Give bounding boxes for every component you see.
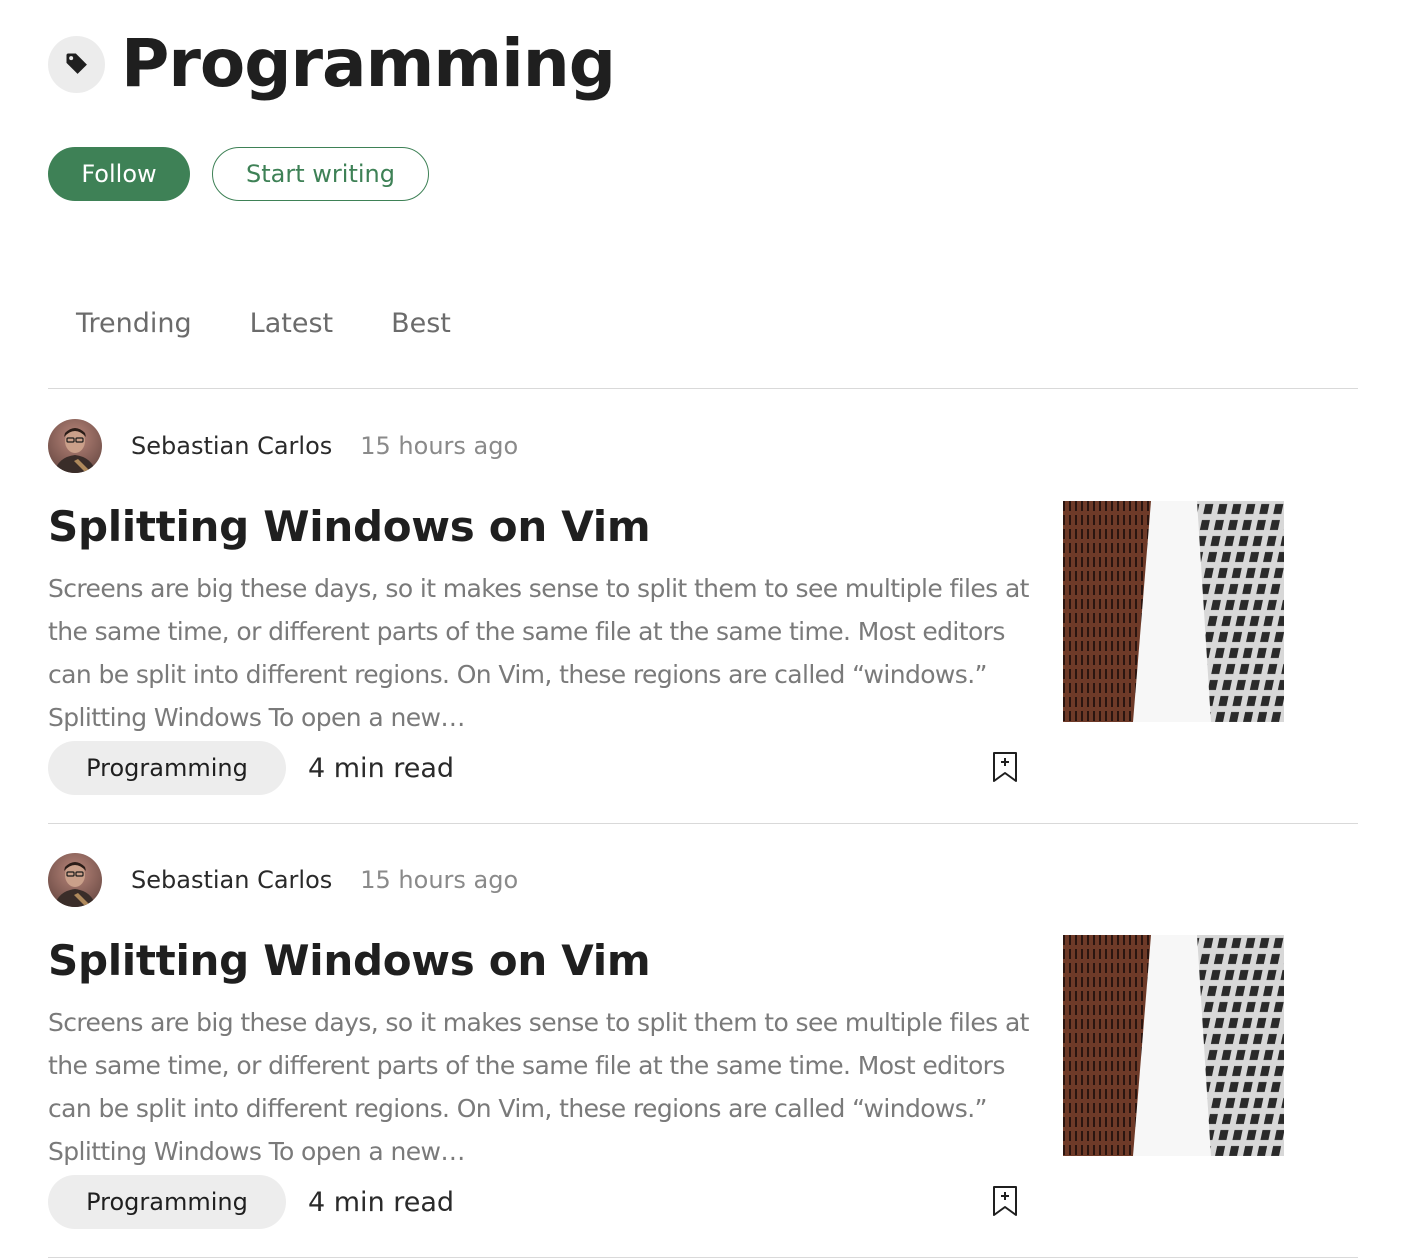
author-name[interactable]: Sebastian Carlos bbox=[131, 866, 332, 894]
tag-icon bbox=[48, 35, 105, 93]
article-footer: Programming 4 min read bbox=[48, 741, 454, 795]
topic-chip[interactable]: Programming bbox=[48, 1175, 286, 1229]
article-excerpt[interactable]: Screens are big these days, so it makes … bbox=[48, 1001, 1038, 1173]
author-name[interactable]: Sebastian Carlos bbox=[131, 432, 332, 460]
author-avatar[interactable] bbox=[48, 419, 102, 473]
topic-actions: Follow Start writing bbox=[48, 147, 429, 201]
article-footer: Programming 4 min read bbox=[48, 1175, 454, 1229]
bookmark-add-icon[interactable] bbox=[992, 1185, 1018, 1217]
page-header: Programming bbox=[48, 24, 616, 104]
article-card[interactable]: Sebastian Carlos 15 hours ago Splitting … bbox=[48, 823, 1358, 1257]
article-meta: Sebastian Carlos 15 hours ago bbox=[48, 419, 518, 473]
article-meta: Sebastian Carlos 15 hours ago bbox=[48, 853, 518, 907]
article-card[interactable]: Sebastian Carlos 15 hours ago Splitting … bbox=[48, 389, 1358, 823]
page-title: Programming bbox=[121, 25, 616, 102]
read-time: 4 min read bbox=[308, 752, 455, 784]
post-time: 15 hours ago bbox=[360, 866, 519, 894]
bookmark-add-icon[interactable] bbox=[992, 751, 1018, 783]
start-writing-button[interactable]: Start writing bbox=[212, 147, 429, 201]
tab-best[interactable]: Best bbox=[391, 302, 451, 346]
divider bbox=[48, 1257, 1358, 1258]
feed-tabs: Trending Latest Best bbox=[76, 302, 509, 346]
post-time: 15 hours ago bbox=[360, 432, 519, 460]
article-thumbnail[interactable] bbox=[1063, 935, 1284, 1156]
article-thumbnail[interactable] bbox=[1063, 501, 1284, 722]
article-title[interactable]: Splitting Windows on Vim bbox=[48, 499, 651, 555]
article-excerpt[interactable]: Screens are big these days, so it makes … bbox=[48, 567, 1038, 739]
tab-latest[interactable]: Latest bbox=[250, 302, 333, 346]
follow-button[interactable]: Follow bbox=[48, 147, 190, 201]
article-title[interactable]: Splitting Windows on Vim bbox=[48, 933, 651, 989]
tab-trending[interactable]: Trending bbox=[76, 302, 192, 346]
topic-chip[interactable]: Programming bbox=[48, 741, 286, 795]
author-avatar[interactable] bbox=[48, 853, 102, 907]
read-time: 4 min read bbox=[308, 1186, 455, 1218]
